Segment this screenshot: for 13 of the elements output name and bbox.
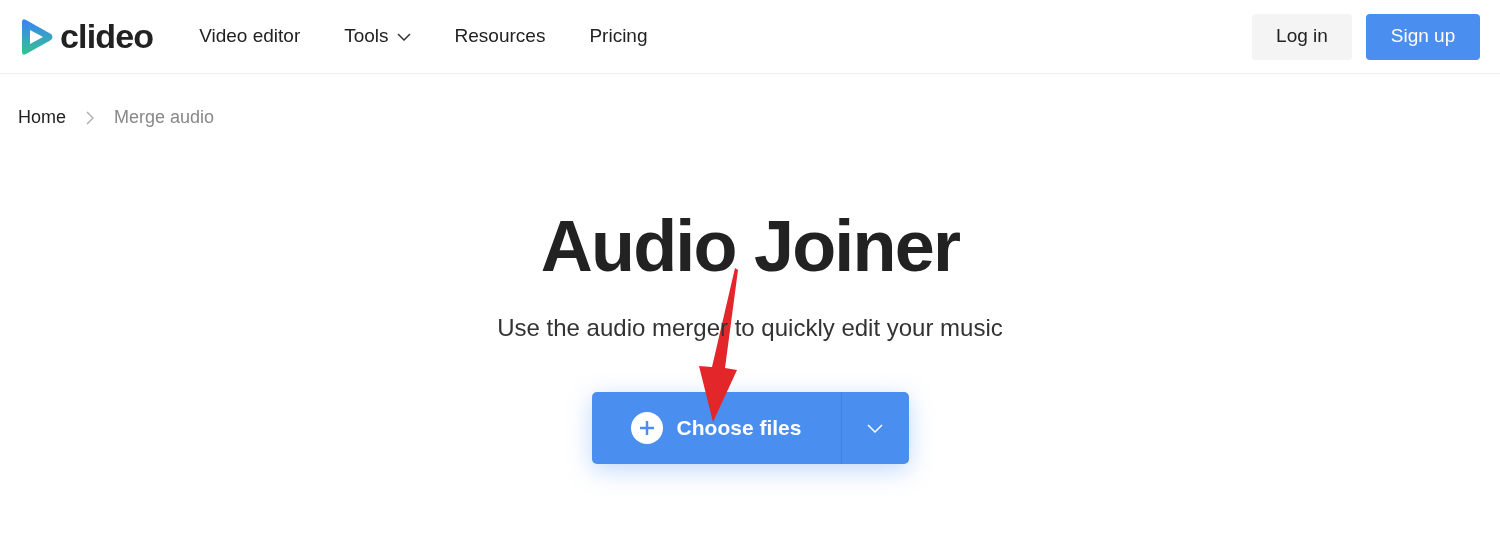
nav-link[interactable]: Pricing bbox=[589, 22, 648, 51]
plus-icon bbox=[630, 412, 663, 444]
nav-link[interactable]: Video editor bbox=[199, 22, 301, 51]
logo-wordmark[interactable]: clideo bbox=[60, 11, 154, 62]
nav-link[interactable]: Resources bbox=[454, 22, 546, 51]
breadcrumb-current[interactable]: Merge audio bbox=[114, 104, 215, 131]
page-title: Audio Joiner bbox=[540, 206, 960, 286]
nav-dropdown[interactable]: Tools bbox=[344, 22, 411, 51]
login-button[interactable]: Log in bbox=[1252, 13, 1352, 60]
breadcrumb-link[interactable]: Home bbox=[18, 104, 66, 131]
chevron-down-icon bbox=[867, 423, 883, 433]
chevron-right-icon bbox=[86, 110, 94, 125]
chevron-down-icon bbox=[396, 32, 411, 41]
